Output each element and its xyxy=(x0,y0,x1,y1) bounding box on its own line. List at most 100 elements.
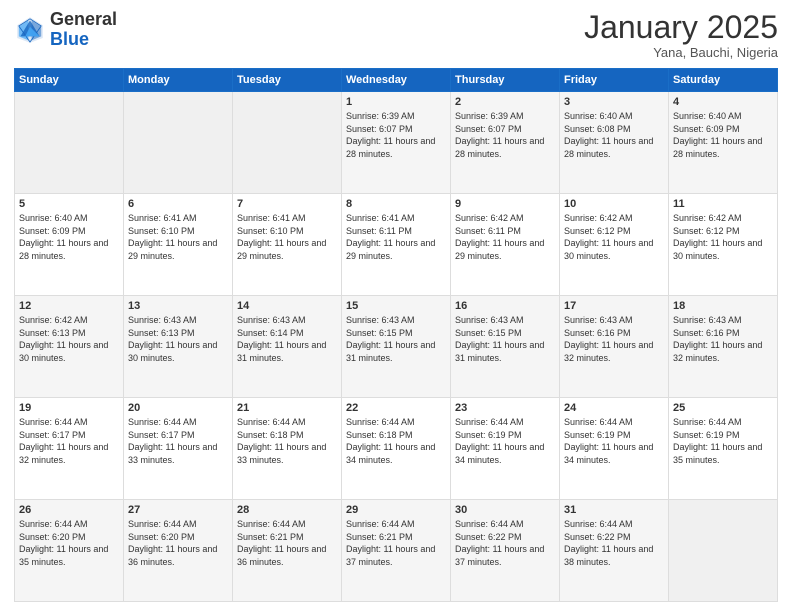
day-number: 16 xyxy=(455,300,555,312)
day-cell-26: 26 Sunrise: 6:44 AM Sunset: 6:20 PM Dayli… xyxy=(15,500,124,602)
col-header-thursday: Thursday xyxy=(451,69,560,92)
day-cell-29: 29Sunrise: 6:44 AM Sunset: 6:21 PM Dayli… xyxy=(342,500,451,602)
day-number: 27 xyxy=(128,504,228,516)
day-cell-20: 20Sunrise: 6:44 AM Sunset: 6:17 PM Dayli… xyxy=(124,398,233,500)
empty-cell xyxy=(15,92,124,194)
day-cell-30: 30Sunrise: 6:44 AM Sunset: 6:22 PM Dayli… xyxy=(451,500,560,602)
day-cell-27: 27 Sunrise: 6:44 AM Sunset: 6:20 PM Dayli… xyxy=(124,500,233,602)
day-number: 8 xyxy=(346,198,446,210)
day-info: Sunrise: 6:44 AM Sunset: 6:17 PM Dayligh… xyxy=(19,416,119,466)
day-number: 29 xyxy=(346,504,446,516)
col-header-wednesday: Wednesday xyxy=(342,69,451,92)
day-cell-7: 7 Sunrise: 6:41 AM Sunset: 6:10 PM Daylig… xyxy=(233,194,342,296)
day-number: 19 xyxy=(19,402,119,414)
day-info: Sunrise: 6:44 AM Sunset: 6:20 PM Dayligh… xyxy=(128,518,228,568)
day-number: 11 xyxy=(673,198,773,210)
day-cell-16: 16 Sunrise: 6:43 AM Sunset: 6:15 PM Dayli… xyxy=(451,296,560,398)
day-cell-1: 1 Sunrise: 6:39 AM Sunset: 6:07 PM Daylig… xyxy=(342,92,451,194)
page: General Blue January 2025 Yana, Bauchi, … xyxy=(0,0,792,612)
day-info: Sunrise: 6:43 AM Sunset: 6:14 PM Dayligh… xyxy=(237,314,337,364)
day-info: Sunrise: 6:44 AM Sunset: 6:19 PM Dayligh… xyxy=(673,416,773,466)
logo: General Blue xyxy=(14,10,117,50)
day-cell-18: 18 Sunrise: 6:43 AM Sunset: 6:16 PM Dayli… xyxy=(669,296,778,398)
day-info: Sunrise: 6:44 AM Sunset: 6:19 PM Dayligh… xyxy=(564,416,664,466)
day-info: Sunrise: 6:44 AM Sunset: 6:21 PM Dayligh… xyxy=(237,518,337,568)
calendar: SundayMondayTuesdayWednesdayThursdayFrid… xyxy=(14,68,778,602)
week-row-2: 5Sunrise: 6:40 AM Sunset: 6:09 PM Daylig… xyxy=(15,194,778,296)
day-cell-13: 13 Sunrise: 6:43 AM Sunset: 6:13 PM Dayli… xyxy=(124,296,233,398)
day-info: Sunrise: 6:41 AM Sunset: 6:11 PM Dayligh… xyxy=(346,212,446,262)
calendar-header-row: SundayMondayTuesdayWednesdayThursdayFrid… xyxy=(15,69,778,92)
day-cell-10: 10Sunrise: 6:42 AM Sunset: 6:12 PM Dayli… xyxy=(560,194,669,296)
day-info: Sunrise: 6:43 AM Sunset: 6:13 PM Dayligh… xyxy=(128,314,228,364)
day-cell-3: 3Sunrise: 6:40 AM Sunset: 6:08 PM Daylig… xyxy=(560,92,669,194)
day-number: 21 xyxy=(237,402,337,414)
day-number: 31 xyxy=(564,504,664,516)
day-info: Sunrise: 6:39 AM Sunset: 6:07 PM Dayligh… xyxy=(346,110,446,160)
week-row-3: 12Sunrise: 6:42 AM Sunset: 6:13 PM Dayli… xyxy=(15,296,778,398)
day-info: Sunrise: 6:44 AM Sunset: 6:17 PM Dayligh… xyxy=(128,416,228,466)
day-cell-14: 14 Sunrise: 6:43 AM Sunset: 6:14 PM Dayli… xyxy=(233,296,342,398)
day-number: 25 xyxy=(673,402,773,414)
week-row-1: 1 Sunrise: 6:39 AM Sunset: 6:07 PM Daylig… xyxy=(15,92,778,194)
day-info: Sunrise: 6:44 AM Sunset: 6:20 PM Dayligh… xyxy=(19,518,119,568)
day-cell-24: 24Sunrise: 6:44 AM Sunset: 6:19 PM Dayli… xyxy=(560,398,669,500)
day-number: 2 xyxy=(455,96,555,108)
day-info: Sunrise: 6:44 AM Sunset: 6:22 PM Dayligh… xyxy=(455,518,555,568)
day-info: Sunrise: 6:41 AM Sunset: 6:10 PM Dayligh… xyxy=(237,212,337,262)
day-number: 1 xyxy=(346,96,446,108)
day-number: 6 xyxy=(128,198,228,210)
day-number: 5 xyxy=(19,198,119,210)
day-info: Sunrise: 6:43 AM Sunset: 6:15 PM Dayligh… xyxy=(346,314,446,364)
day-number: 10 xyxy=(564,198,664,210)
day-cell-23: 23 Sunrise: 6:44 AM Sunset: 6:19 PM Dayli… xyxy=(451,398,560,500)
day-cell-22: 22 Sunrise: 6:44 AM Sunset: 6:18 PM Dayli… xyxy=(342,398,451,500)
day-number: 18 xyxy=(673,300,773,312)
day-cell-17: 17Sunrise: 6:43 AM Sunset: 6:16 PM Dayli… xyxy=(560,296,669,398)
day-cell-12: 12Sunrise: 6:42 AM Sunset: 6:13 PM Dayli… xyxy=(15,296,124,398)
day-number: 15 xyxy=(346,300,446,312)
col-header-sunday: Sunday xyxy=(15,69,124,92)
col-header-monday: Monday xyxy=(124,69,233,92)
location: Yana, Bauchi, Nigeria xyxy=(584,45,778,60)
day-info: Sunrise: 6:41 AM Sunset: 6:10 PM Dayligh… xyxy=(128,212,228,262)
day-number: 22 xyxy=(346,402,446,414)
day-cell-2: 2 Sunrise: 6:39 AM Sunset: 6:07 PM Daylig… xyxy=(451,92,560,194)
day-number: 28 xyxy=(237,504,337,516)
empty-cell xyxy=(124,92,233,194)
day-cell-8: 8 Sunrise: 6:41 AM Sunset: 6:11 PM Daylig… xyxy=(342,194,451,296)
day-number: 13 xyxy=(128,300,228,312)
month-title: January 2025 xyxy=(584,10,778,45)
day-info: Sunrise: 6:44 AM Sunset: 6:18 PM Dayligh… xyxy=(237,416,337,466)
day-cell-15: 15 Sunrise: 6:43 AM Sunset: 6:15 PM Dayli… xyxy=(342,296,451,398)
day-cell-28: 28 Sunrise: 6:44 AM Sunset: 6:21 PM Dayli… xyxy=(233,500,342,602)
logo-general: General Blue xyxy=(50,10,117,50)
day-cell-21: 21 Sunrise: 6:44 AM Sunset: 6:18 PM Dayli… xyxy=(233,398,342,500)
day-info: Sunrise: 6:39 AM Sunset: 6:07 PM Dayligh… xyxy=(455,110,555,160)
day-number: 26 xyxy=(19,504,119,516)
day-cell-31: 31 Sunrise: 6:44 AM Sunset: 6:22 PM Dayli… xyxy=(560,500,669,602)
week-row-5: 26 Sunrise: 6:44 AM Sunset: 6:20 PM Dayli… xyxy=(15,500,778,602)
day-number: 14 xyxy=(237,300,337,312)
day-info: Sunrise: 6:44 AM Sunset: 6:18 PM Dayligh… xyxy=(346,416,446,466)
day-info: Sunrise: 6:44 AM Sunset: 6:19 PM Dayligh… xyxy=(455,416,555,466)
day-cell-9: 9 Sunrise: 6:42 AM Sunset: 6:11 PM Daylig… xyxy=(451,194,560,296)
day-info: Sunrise: 6:44 AM Sunset: 6:22 PM Dayligh… xyxy=(564,518,664,568)
empty-cell xyxy=(233,92,342,194)
empty-cell xyxy=(669,500,778,602)
day-cell-11: 11 Sunrise: 6:42 AM Sunset: 6:12 PM Dayli… xyxy=(669,194,778,296)
day-info: Sunrise: 6:42 AM Sunset: 6:11 PM Dayligh… xyxy=(455,212,555,262)
day-info: Sunrise: 6:43 AM Sunset: 6:16 PM Dayligh… xyxy=(673,314,773,364)
day-info: Sunrise: 6:42 AM Sunset: 6:12 PM Dayligh… xyxy=(673,212,773,262)
day-info: Sunrise: 6:42 AM Sunset: 6:13 PM Dayligh… xyxy=(19,314,119,364)
day-cell-6: 6 Sunrise: 6:41 AM Sunset: 6:10 PM Daylig… xyxy=(124,194,233,296)
day-info: Sunrise: 6:43 AM Sunset: 6:16 PM Dayligh… xyxy=(564,314,664,364)
day-number: 7 xyxy=(237,198,337,210)
day-number: 9 xyxy=(455,198,555,210)
logo-icon xyxy=(14,14,46,46)
logo-text: General Blue xyxy=(50,10,117,50)
day-info: Sunrise: 6:43 AM Sunset: 6:15 PM Dayligh… xyxy=(455,314,555,364)
day-cell-25: 25 Sunrise: 6:44 AM Sunset: 6:19 PM Dayli… xyxy=(669,398,778,500)
day-cell-4: 4Sunrise: 6:40 AM Sunset: 6:09 PM Daylig… xyxy=(669,92,778,194)
day-number: 23 xyxy=(455,402,555,414)
